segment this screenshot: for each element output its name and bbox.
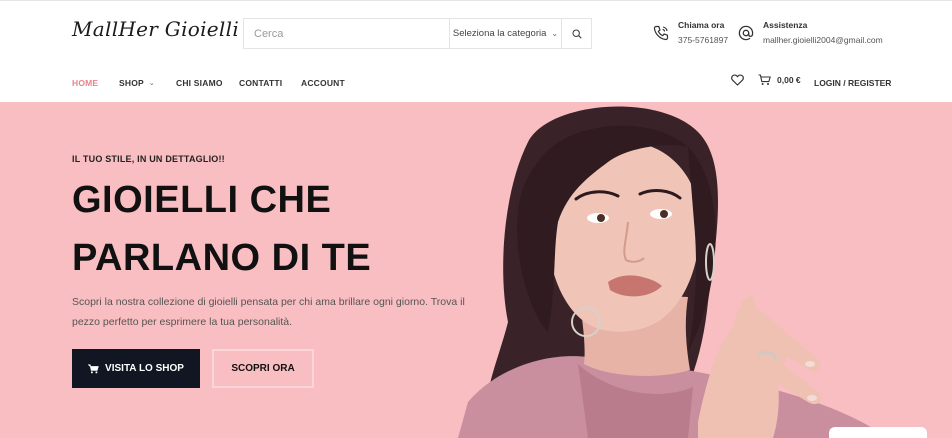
search-button[interactable] <box>561 19 591 48</box>
hero-description: Scopri la nostra collezione di gioielli … <box>72 296 465 328</box>
nav-item-chi-siamo[interactable]: CHI SIAMO <box>176 78 223 88</box>
main-nav: HOME SHOP ⌄ CHI SIAMO CONTATTI ACCOUNT 0… <box>0 64 952 102</box>
search-bar: Seleziona la categoria ⌄ <box>243 18 592 49</box>
chevron-down-icon: ⌄ <box>148 80 155 87</box>
discover-button[interactable]: SCOPRI ORA <box>212 349 314 388</box>
nav-item-contatti[interactable]: CONTATTI <box>239 78 282 88</box>
hero-model-image <box>458 106 888 438</box>
at-icon <box>737 24 755 42</box>
hero-headline-line1: GIOIELLI CHE <box>72 179 332 221</box>
contact-phone[interactable]: Chiama ora 375-5761897 <box>652 19 728 47</box>
nav-item-shop[interactable]: SHOP ⌄ <box>119 78 155 88</box>
header-top: MallHer Gioielli Seleziona la categoria … <box>0 0 952 64</box>
chat-widget-tab[interactable] <box>829 427 927 438</box>
nav-item-account[interactable]: ACCOUNT <box>301 78 345 88</box>
visit-shop-button[interactable]: VISITA LO SHOP <box>72 349 200 388</box>
hero-banner: IL TUO STILE, IN UN DETTAGLIO!! GIOIELLI… <box>0 102 952 438</box>
cart-button[interactable]: 0,00 € <box>758 74 801 86</box>
phone-number: 375-5761897 <box>678 35 729 45</box>
login-register-link[interactable]: LOGIN / REGISTER <box>814 78 891 88</box>
nav-item-label: CHI SIAMO <box>176 78 223 88</box>
cart-icon <box>758 74 771 85</box>
support-email: mallher.gioielli2004@gmail.com <box>763 35 883 45</box>
category-select-label: Seleziona la categoria <box>452 28 547 39</box>
chevron-down-icon: ⌄ <box>551 29 559 38</box>
search-icon <box>571 28 582 39</box>
support-title: Assistenza <box>763 20 808 30</box>
site-logo[interactable]: MallHer Gioielli <box>72 17 239 41</box>
nav-item-label: ACCOUNT <box>301 78 345 88</box>
phone-title: Chiama ora <box>678 20 725 30</box>
hero-headline-line2: PARLANO DI TE <box>72 237 372 279</box>
discover-label: SCOPRI ORA <box>231 363 295 374</box>
nav-item-home[interactable]: HOME <box>72 78 98 88</box>
category-select[interactable]: Seleziona la categoria ⌄ <box>449 19 561 48</box>
contact-support[interactable]: Assistenza mallher.gioielli2004@gmail.co… <box>737 19 883 47</box>
phone-icon <box>652 24 670 42</box>
wishlist-button[interactable] <box>731 74 744 86</box>
heart-icon <box>731 74 744 86</box>
cart-total: 0,00 € <box>777 75 801 85</box>
hero-tagline: IL TUO STILE, IN UN DETTAGLIO!! <box>72 154 225 164</box>
nav-item-label: SHOP <box>119 78 144 88</box>
nav-item-label: CONTATTI <box>239 78 283 88</box>
cart-icon <box>88 363 99 373</box>
search-input[interactable] <box>244 19 449 48</box>
visit-shop-label: VISITA LO SHOP <box>105 363 184 374</box>
nav-item-label: HOME <box>72 78 99 88</box>
